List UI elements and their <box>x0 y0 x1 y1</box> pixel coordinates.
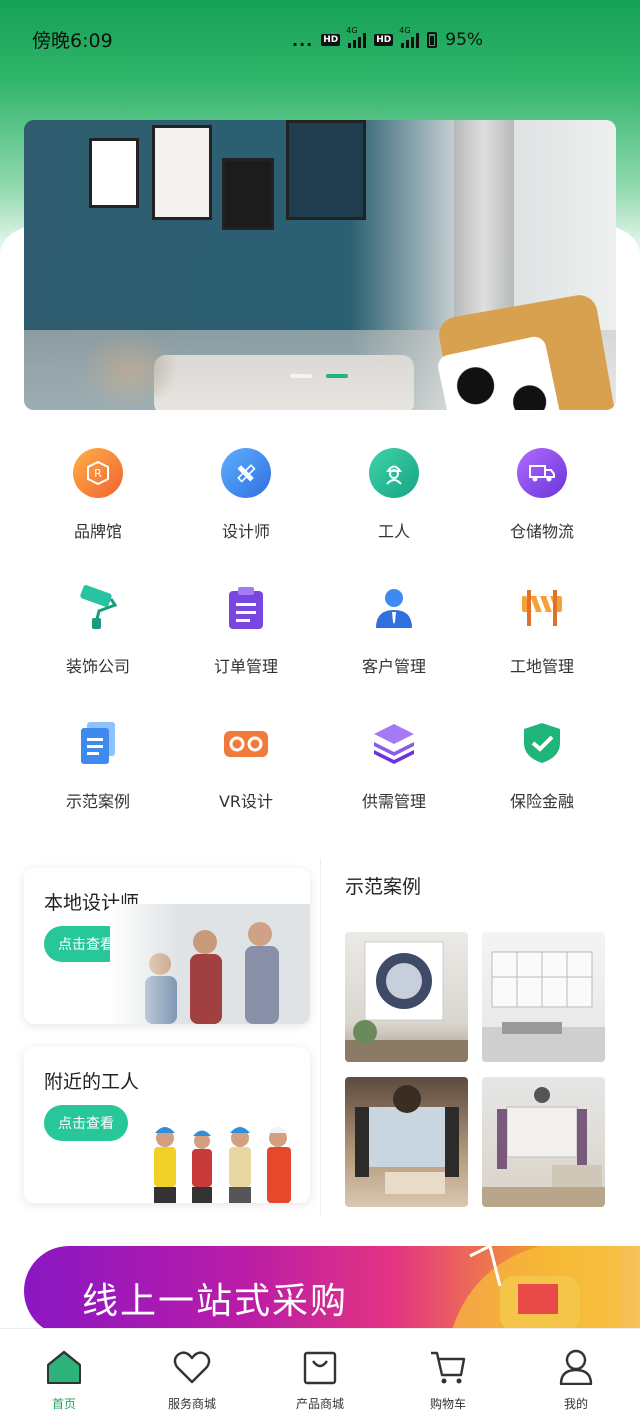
grid-label: 订单管理 <box>213 657 278 676</box>
grid-item-customers[interactable]: 客户管理 <box>320 575 468 677</box>
grid-item-orders[interactable]: 订单管理 <box>172 575 320 677</box>
grid-item-logistics[interactable]: 仓储物流 <box>468 440 616 542</box>
tab-mine[interactable]: 我的 <box>512 1329 640 1422</box>
grid-item-brand[interactable]: R 品牌馆 <box>24 440 172 542</box>
tab-product-mall[interactable]: 产品商城 <box>256 1329 384 1422</box>
cart-icon <box>428 1347 468 1387</box>
grid-item-vr-design[interactable]: VR设计 <box>172 710 320 812</box>
case-image-4[interactable] <box>482 1077 605 1207</box>
signal-icon-2: 4G <box>399 26 420 48</box>
banner-pagination <box>290 374 348 378</box>
grid-item-decoration-company[interactable]: 装饰公司 <box>24 575 172 677</box>
grid-item-site-management[interactable]: 工地管理 <box>468 575 616 677</box>
status-dots: ... <box>292 30 314 50</box>
documents-icon <box>71 718 125 768</box>
battery-percent: 95% <box>445 30 484 50</box>
local-designer-card[interactable]: 本地设计师 点击查看 <box>24 868 310 1024</box>
brand-badge-icon: R <box>71 448 125 498</box>
tab-label: 购物车 <box>429 1397 466 1411</box>
cases-title: 示范案例 <box>345 876 422 898</box>
promo-banner[interactable]: 线上一站式采购 <box>24 1246 640 1336</box>
clipboard-icon <box>219 583 273 633</box>
workers-photo <box>130 1083 310 1203</box>
barrier-icon <box>515 583 569 633</box>
case-image-2[interactable] <box>482 932 605 1062</box>
hd-icon-2: HD <box>374 34 394 46</box>
banner-dot-active[interactable] <box>326 374 348 378</box>
grid-label: 保险金融 <box>509 792 574 811</box>
battery-icon <box>427 32 438 48</box>
layers-icon <box>367 718 421 768</box>
tab-label: 首页 <box>51 1397 76 1411</box>
grid-label: 装饰公司 <box>65 657 130 676</box>
designers-photo <box>110 904 310 1024</box>
user-icon <box>556 1347 596 1387</box>
grid-item-cases[interactable]: 示范案例 <box>24 710 172 812</box>
case-image-1[interactable] <box>345 932 468 1062</box>
banner-carousel[interactable] <box>24 120 616 410</box>
grid-label: VR设计 <box>218 792 274 811</box>
grid-item-supply-demand[interactable]: 供需管理 <box>320 710 468 812</box>
heart-icon <box>172 1347 212 1387</box>
status-icons: ... HD 4G HD 4G 95% <box>292 26 484 50</box>
grid-item-insurance[interactable]: 保险金融 <box>468 710 616 812</box>
customer-icon <box>367 583 421 633</box>
tab-label: 我的 <box>563 1397 588 1411</box>
bag-icon <box>300 1347 340 1387</box>
status-time: 傍晚6:09 <box>32 30 113 52</box>
grid-label: 工地管理 <box>509 657 574 676</box>
vr-goggles-icon <box>219 718 273 768</box>
nearby-workers-card[interactable]: 附近的工人 点击查看 <box>24 1047 310 1203</box>
grid-label: 示范案例 <box>65 792 130 811</box>
tab-home[interactable]: 首页 <box>0 1329 128 1422</box>
grid-label: 品牌馆 <box>73 522 122 541</box>
card-title: 附近的工人 <box>44 1071 140 1093</box>
bottom-tab-bar: 首页 服务商城 产品商城 购物车 我的 <box>0 1328 640 1422</box>
tab-service-mall[interactable]: 服务商城 <box>128 1329 256 1422</box>
home-icon <box>44 1347 84 1387</box>
grid-label: 设计师 <box>221 522 270 541</box>
column-divider <box>320 858 321 1216</box>
tab-label: 服务商城 <box>167 1397 216 1411</box>
view-workers-button[interactable]: 点击查看 <box>44 1105 128 1141</box>
tab-cart[interactable]: 购物车 <box>384 1329 512 1422</box>
tab-label: 产品商城 <box>295 1397 344 1411</box>
hd-icon: HD <box>321 34 341 46</box>
worker-icon <box>367 448 421 498</box>
ruler-pencil-icon <box>219 448 273 498</box>
paint-roller-icon <box>71 583 125 633</box>
promo-title: 线上一站式采购 <box>82 1281 349 1322</box>
grid-label: 工人 <box>377 522 410 541</box>
banner-dot[interactable] <box>290 374 312 378</box>
status-bar: 傍晚6:09 ... HD 4G HD 4G 95% <box>0 0 640 78</box>
function-grid: R 品牌馆 设计师 工人 仓储物流 装饰公司 订单管理 客户管理 工地管理 示范… <box>24 440 616 812</box>
grid-label: 仓储物流 <box>509 522 574 541</box>
shield-check-icon <box>515 718 569 768</box>
truck-icon <box>515 448 569 498</box>
signal-icon: 4G <box>346 26 367 48</box>
grid-item-designer[interactable]: 设计师 <box>172 440 320 542</box>
grid-label: 供需管理 <box>361 792 426 811</box>
grid-item-worker[interactable]: 工人 <box>320 440 468 542</box>
case-image-3[interactable] <box>345 1077 468 1207</box>
svg-text:R: R <box>94 467 102 480</box>
grid-label: 客户管理 <box>361 657 426 676</box>
